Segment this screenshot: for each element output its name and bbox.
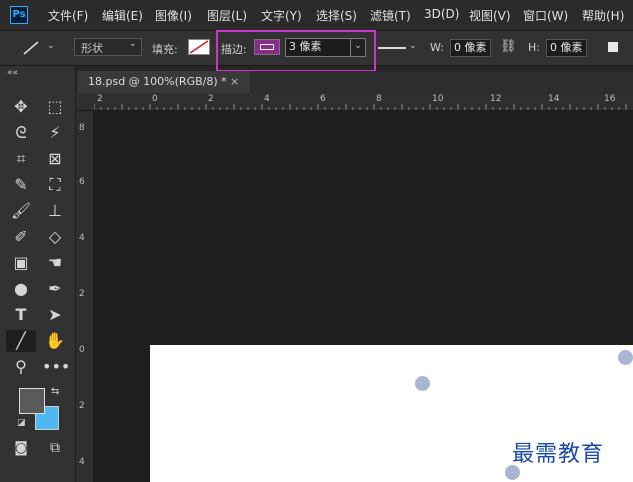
ruler-tick-label: 4 <box>79 457 85 467</box>
ruler-tick-label: 2 <box>79 401 85 411</box>
menu-edit[interactable]: 编辑(E) <box>102 7 143 24</box>
dodge-tool-icon[interactable]: ● <box>8 278 34 300</box>
clone-stamp-tool-icon[interactable]: ⊥ <box>42 200 68 222</box>
fill-swatch[interactable] <box>188 39 210 55</box>
menu-bar: Ps 文件(F) 编辑(E) 图像(I) 图层(L) 文字(Y) 选择(S) 滤… <box>0 0 633 30</box>
ruler-tick-label: 10 <box>432 94 444 104</box>
chevron-down-icon: ⌄ <box>129 39 137 49</box>
width-input[interactable]: 0 像素 <box>450 39 491 57</box>
menu-help[interactable]: 帮助(H) <box>582 7 624 24</box>
history-brush-tool-icon[interactable]: ✐ <box>8 226 34 248</box>
ruler-tick-label: 4 <box>264 94 270 104</box>
menu-file[interactable]: 文件(F) <box>48 7 88 24</box>
quick-mask-icon[interactable]: ◙ <box>8 437 34 459</box>
ruler-tick-label: 6 <box>320 94 326 104</box>
line-tool-icon[interactable]: ╱ <box>6 330 36 352</box>
swap-colors-icon[interactable]: ⇆ <box>51 386 59 397</box>
ruler-tick-label: 0 <box>79 345 85 355</box>
mode-select[interactable]: 形状 ⌄ <box>74 38 142 56</box>
document-tab-title: 18.psd @ 100%(RGB/8) * <box>88 75 227 88</box>
ruler-tick-label: 0 <box>152 94 158 104</box>
stroke-highlight-box <box>216 30 376 72</box>
mode-select-value: 形状 <box>81 42 103 55</box>
tools-panel: «« ✥ ⬚ ᘓ ⚡ ⌗ ⊠ ✎ ⛶ 🖌 ⊥ ✐ ◇ ▣ ☚ ● ✒ T ➤ ╱… <box>0 66 76 482</box>
move-tool-icon[interactable]: ✥ <box>8 96 34 118</box>
ruler-tick-label: 2 <box>97 94 103 104</box>
menu-3d[interactable]: 3D(D) <box>424 7 459 21</box>
crop-tool-icon[interactable]: ⌗ <box>8 148 34 170</box>
default-colors-icon[interactable]: ◪ <box>17 418 26 428</box>
width-label: W: <box>430 41 444 54</box>
height-label: H: <box>528 41 540 54</box>
eraser-tool-icon[interactable]: ◇ <box>42 226 68 248</box>
ruler-tick-label: 2 <box>208 94 214 104</box>
brush-tool-icon[interactable]: 🖌 <box>8 200 34 222</box>
no-fill-icon <box>189 40 209 54</box>
vertical-ruler[interactable]: 8 6 4 2 0 2 4 <box>76 111 94 482</box>
menu-filter[interactable]: 滤镜(T) <box>370 7 411 24</box>
menu-image[interactable]: 图像(I) <box>155 7 192 24</box>
ruler-tick-label: 12 <box>490 94 502 104</box>
hand-tool-icon[interactable]: ✋ <box>42 330 68 352</box>
stroke-type-chevron-icon[interactable]: ⌄ <box>409 41 417 51</box>
screen-mode-icon[interactable]: ⧉ <box>42 437 68 459</box>
frame-tool-icon[interactable]: ⊠ <box>42 148 68 170</box>
canvas-dot <box>415 376 430 391</box>
photoshop-logo: Ps <box>10 6 28 24</box>
collapse-panel-icon[interactable]: «« <box>7 68 18 78</box>
pen-tool-icon[interactable]: ✒ <box>42 278 68 300</box>
link-icon[interactable]: ⛓ <box>500 39 517 54</box>
eyedropper-tool-icon[interactable]: ✎ <box>8 174 34 196</box>
line-tool-preset-icon[interactable] <box>22 40 42 56</box>
smudge-tool-icon[interactable]: ☚ <box>42 252 68 274</box>
zoom-tool-icon[interactable]: ⚲ <box>8 356 34 378</box>
ruler-tick-label: 14 <box>548 94 560 104</box>
ruler-tick-label: 8 <box>79 123 85 133</box>
foreground-color-swatch[interactable] <box>19 388 45 414</box>
watermark-text: 最需教育 <box>512 442 605 467</box>
ruler-tick-label: 8 <box>376 94 382 104</box>
gradient-tool-icon[interactable]: ▣ <box>8 252 34 274</box>
horizontal-ruler[interactable]: 2 0 2 4 6 8 10 12 14 16 <box>76 93 633 111</box>
type-tool-icon[interactable]: T <box>8 304 34 326</box>
document-tab[interactable]: 18.psd @ 100%(RGB/8) * × <box>78 71 250 93</box>
ruler-tick-label: 2 <box>79 289 85 299</box>
ruler-tick-label: 6 <box>79 177 85 187</box>
ruler-tick-label: 4 <box>79 233 85 243</box>
more-tools-icon[interactable]: ••• <box>42 356 70 378</box>
ruler-ticks <box>94 104 627 110</box>
path-operations-icon[interactable] <box>608 42 618 52</box>
canvas-dot <box>618 350 633 365</box>
marquee-tool-icon[interactable]: ⬚ <box>42 96 68 118</box>
menu-window[interactable]: 窗口(W) <box>523 7 568 24</box>
menu-layer[interactable]: 图层(L) <box>207 7 247 24</box>
fill-label: 填充: <box>152 43 178 56</box>
close-tab-icon[interactable]: × <box>230 71 239 93</box>
magic-wand-tool-icon[interactable]: ⚡ <box>42 122 68 144</box>
height-input[interactable]: 0 像素 <box>546 39 587 57</box>
stroke-type-icon[interactable] <box>378 45 408 51</box>
menu-view[interactable]: 视图(V) <box>469 7 511 24</box>
path-selection-tool-icon[interactable]: ➤ <box>42 304 68 326</box>
menu-type[interactable]: 文字(Y) <box>261 7 302 24</box>
preset-chevron-icon[interactable]: ⌄ <box>47 41 55 51</box>
ruler-tick-label: 16 <box>604 94 616 104</box>
lasso-tool-icon[interactable]: ᘓ <box>8 122 34 144</box>
patch-tool-icon[interactable]: ⛶ <box>42 174 68 196</box>
menu-select[interactable]: 选择(S) <box>316 7 357 24</box>
